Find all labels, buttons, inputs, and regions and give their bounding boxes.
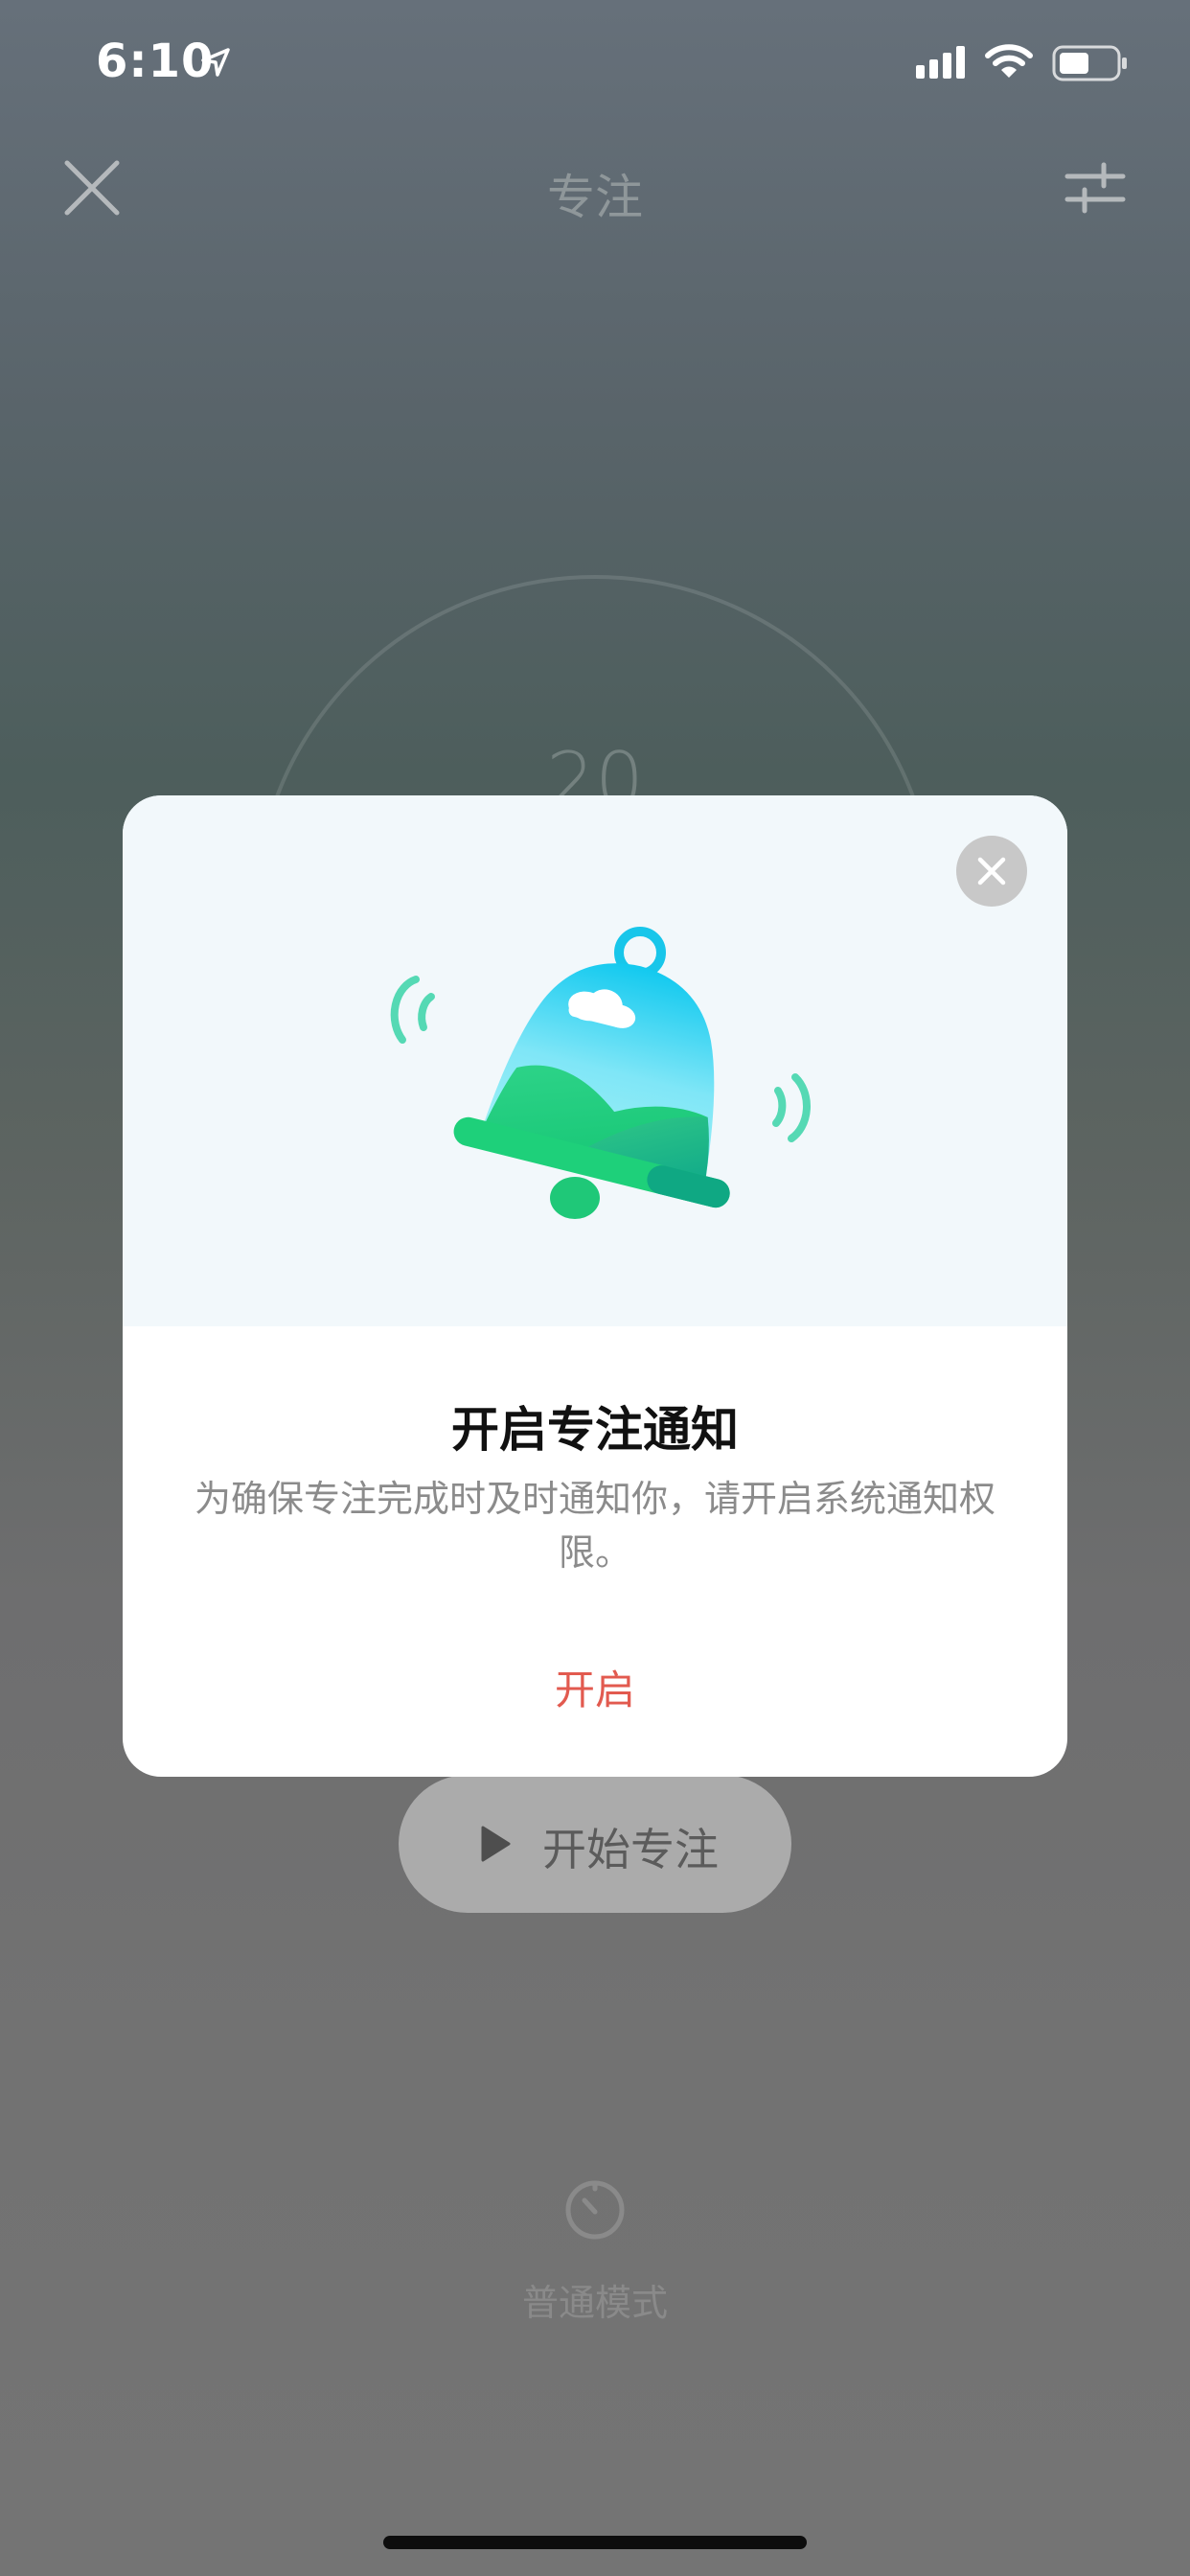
dialog-close-button[interactable]: [956, 836, 1027, 907]
bell-icon: [390, 927, 811, 1219]
signal-icon: [916, 46, 965, 79]
play-icon: [481, 1826, 511, 1862]
start-focus-label: 开始专注: [542, 1824, 719, 1875]
page-title: 专注: [547, 170, 643, 225]
settings-sliders-icon[interactable]: [1064, 161, 1127, 215]
dialog-title: 开启专注通知: [451, 1402, 739, 1458]
wifi-icon: [985, 44, 1033, 78]
mode-label[interactable]: 普通模式: [0, 2273, 1190, 2326]
battery-icon: [1052, 45, 1127, 81]
location-arrow-icon: [201, 48, 230, 77]
enable-notification-button[interactable]: 开启: [123, 1658, 1067, 1716]
status-time: 6:10: [96, 34, 215, 88]
home-indicator[interactable]: [383, 2536, 807, 2549]
dialog-message: 为确保专注完成时及时通知你，请开启系统通知权限。: [194, 1478, 995, 1574]
close-icon: [977, 857, 1006, 886]
timer-icon[interactable]: [561, 2175, 629, 2242]
